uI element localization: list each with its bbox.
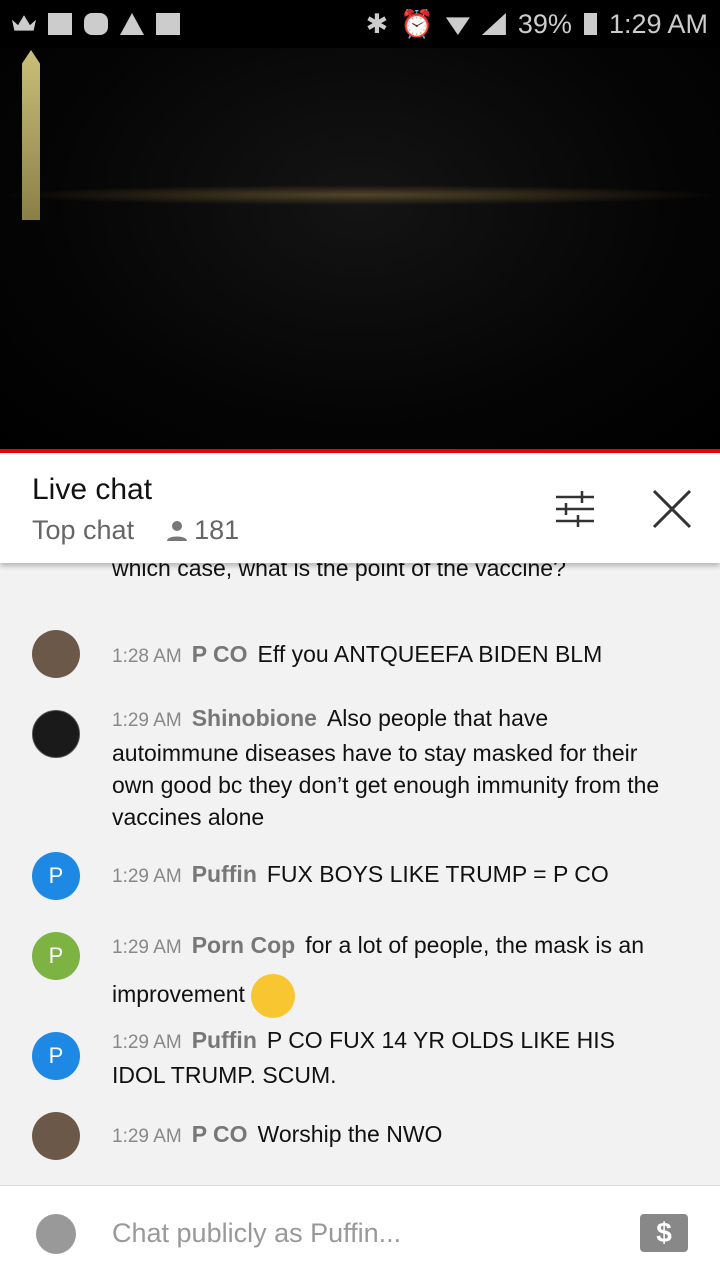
message-time: 1:29 AM (112, 710, 182, 731)
super-chat-icon[interactable]: $ (640, 1214, 688, 1252)
message-time: 1:29 AM (112, 866, 182, 887)
message-time: 1:29 AM (112, 937, 182, 958)
viewer-count: 181 (194, 515, 240, 545)
avatar (32, 630, 80, 678)
battery-icon (583, 13, 597, 35)
filter-icon[interactable] (552, 489, 598, 529)
close-icon[interactable] (650, 487, 694, 531)
chat-mode-selector[interactable]: Top chat (32, 515, 134, 546)
emoji-icon[interactable] (36, 1214, 76, 1254)
status-bar: ✱ ⏰ 39% 1:29 AM (0, 0, 720, 48)
message-text: Eff you ANTQUEEFA BIDEN BLM (257, 641, 603, 667)
person-icon (167, 520, 188, 541)
message-time: 1:29 AM (112, 1032, 182, 1053)
m-app-icon (84, 13, 108, 35)
image-icon (156, 13, 180, 35)
avatar (32, 1112, 80, 1160)
wifi-icon (445, 17, 470, 35)
folder-icon (48, 13, 72, 35)
crown-icon (12, 15, 36, 31)
city-lights (0, 185, 720, 205)
clock: 1:29 AM (608, 8, 708, 39)
message-author[interactable]: Puffin (192, 1027, 257, 1053)
alarm-icon: ⏰ (400, 9, 434, 39)
message-author[interactable]: P CO (192, 1121, 248, 1147)
message-author[interactable]: P CO (192, 641, 248, 667)
smirking-face-emoji (250, 973, 295, 1018)
battery-percent: 39% (517, 8, 572, 39)
avatar: P (32, 852, 80, 900)
video-player[interactable] (0, 0, 720, 450)
chat-input-bar: Chat publicly as Puffin... $ (0, 1185, 720, 1280)
chat-header: Live chat Top chat 181 (0, 453, 720, 563)
chat-input[interactable]: Chat publicly as Puffin... (112, 1218, 401, 1249)
message-text: Worship the NWO (257, 1121, 443, 1147)
avatar: P (32, 932, 80, 980)
bluetooth-icon: ✱ (365, 8, 389, 39)
chat-title: Live chat (32, 473, 153, 506)
message-text: FUX BOYS LIKE TRUMP = P CO (266, 861, 609, 887)
message-author[interactable]: Shinobione (192, 705, 317, 731)
message-time: 1:29 AM (112, 1126, 182, 1147)
message-time: 1:28 AM (112, 646, 182, 667)
signal-icon (481, 13, 506, 35)
chat-list[interactable]: Unless you're saying it doesn't make you… (0, 540, 720, 1180)
avatar (32, 710, 80, 758)
message-text: P CO FUX 14 YR OLDS LIKE HIS IDOL TRUMP.… (112, 1027, 615, 1088)
avatar: P (32, 1032, 80, 1080)
message-author[interactable]: Porn Cop (192, 932, 296, 958)
warning-icon (120, 13, 144, 35)
message-author[interactable]: Puffin (192, 861, 257, 887)
